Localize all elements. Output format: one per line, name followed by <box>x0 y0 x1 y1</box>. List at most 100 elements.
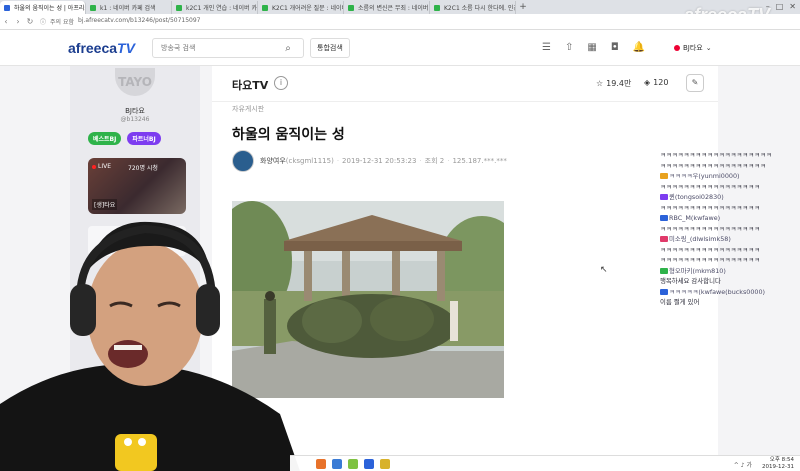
url-field[interactable]: ⓘ 주의 요함 bj.afreecatv.com/b13246/post/507… <box>40 17 201 26</box>
best-bj-badge: 베스트BJ <box>88 132 122 145</box>
author-name[interactable]: 화양여우 <box>260 157 286 165</box>
chevron-down-icon: ⌄ <box>705 44 712 52</box>
mouse-cursor-icon: ↖ <box>600 265 608 275</box>
browser-tab[interactable]: K2C1 소름 다시 한다에. 인간이 <box>430 1 516 14</box>
tab-favicon-icon <box>262 5 268 11</box>
browser-tab[interactable]: 하울의 움직이는 성 | 아프리카티 <box>0 1 86 14</box>
subscriber-count[interactable]: ◈ 120 <box>644 78 668 87</box>
chat-message: ㅋㅋㅋㅋㅋㅋㅋㅋㅋㅋㅋㅋㅋㅋㅋㅋㅋㅋㅋ <box>660 151 772 159</box>
search-input[interactable] <box>153 44 277 52</box>
chat-message: ㅋㅋㅋㅋㅋㅋㅋㅋㅋㅋㅋㅋㅋㅋㅋㅋㅋ <box>660 203 760 212</box>
taskbar-app-icon[interactable] <box>316 458 326 469</box>
chat-message: RBC_M(kwfawe) <box>660 213 800 224</box>
write-post-button[interactable]: ✎ <box>686 74 704 92</box>
tab-label: 하울의 움직이는 성 | 아프리카티 <box>14 5 85 12</box>
chat-message: 미소링_(dlwlsimk58) <box>660 234 800 245</box>
station-nickname: BJ타요 <box>125 107 145 115</box>
browser-tab[interactable]: K2C1 개어려운 질문 : 네이버 카 <box>258 1 344 14</box>
camera-icon[interactable]: ◘ <box>611 42 619 53</box>
address-bar: ‹ › ↻ ⓘ 주의 요함 bj.afreecatv.com/b13246/po… <box>0 14 800 30</box>
taskbar-apps <box>316 458 390 469</box>
tab-label: k2C1 개인 연습 : 네이버 카 <box>186 5 258 12</box>
header-icons: ☰ ⇧ ▦ ◘ 🔔 <box>542 42 645 53</box>
post-category[interactable]: 자유게시판 <box>232 104 264 114</box>
chat-overlay: ㅋㅋㅋㅋㅋㅋㅋㅋㅋㅋㅋㅋㅋㅋㅋㅋㅋㅋㅋ ㅋㅋㅋㅋㅋㅋㅋㅋㅋㅋㅋㅋㅋㅋㅋㅋㅋㅋ ㅋㅋㅋ… <box>660 150 800 308</box>
station-user-id: @b13246 <box>120 116 150 123</box>
taskbar-app-icon[interactable] <box>332 458 342 469</box>
partner-bj-badge: 파트너BJ <box>127 132 161 145</box>
taskbar-app-icon[interactable] <box>348 458 358 469</box>
url-text: bj.afreecatv.com/b13246/post/50715097 <box>78 17 201 24</box>
viewer-count: 720명 시청 <box>128 165 158 172</box>
browser-tab[interactable]: k1 : 네이버 카페 검색 <box>86 1 172 14</box>
chat-message: 행복하세요 감사합니다 <box>660 277 721 285</box>
bj-badges: 베스트BJ 파트너BJ <box>88 132 161 145</box>
maximize-button[interactable]: □ <box>776 2 784 11</box>
system-tray[interactable]: ^ ♪ 가 <box>734 460 752 469</box>
search-icon[interactable]: ⌕ <box>277 43 299 54</box>
chat-badge-icon <box>660 215 668 221</box>
pencil-icon: ✎ <box>691 78 699 87</box>
search-box: ⌕ <box>152 38 304 58</box>
afreecatv-logo[interactable]: afreecaTV <box>68 40 135 56</box>
station-sidebar: TAYO BJ타요 @b13246 베스트BJ 파트너BJ LIVE 720명 … <box>70 66 200 471</box>
ip-address: 125.187.***.*** <box>452 157 507 165</box>
security-label: 주의 요함 <box>50 19 75 26</box>
taskbar-app-icon[interactable] <box>380 458 390 469</box>
post-title: 하울의 움직이는 성 <box>232 127 345 143</box>
chat-message: ㅋㅋㅋㅋㅋㅋㅋㅋㅋㅋㅋㅋㅋㅋㅋㅋㅋ <box>660 224 760 233</box>
chat-message: 퀸(tongsoi02830) <box>660 192 800 203</box>
bell-icon[interactable]: 🔔 <box>633 42 645 53</box>
film-icon[interactable]: ▦ <box>587 42 596 53</box>
taskbar-app-icon[interactable] <box>364 458 374 469</box>
minimize-button[interactable]: – <box>766 2 770 11</box>
star-icon: ☆ <box>596 79 604 88</box>
tab-label: k1 : 네이버 카페 검색 <box>100 5 156 12</box>
new-tab-button[interactable]: + <box>516 1 530 14</box>
live-broadcast-card[interactable]: LIVE 720명 시청 [생]타요 <box>88 158 186 214</box>
user-dot-icon <box>674 45 680 51</box>
post-panel: 타요TV i ☆ 19.4만 ◈ 120 ✎ 자유게시판 하울의 움직이는 성 화양… <box>212 66 718 471</box>
tab-favicon-icon <box>434 5 440 11</box>
chat-badge-icon <box>660 194 668 200</box>
post-meta: 화양여우(cksgml1115) · 2019-12-31 20:53:23 · 조회 … <box>260 157 507 165</box>
user-menu[interactable]: BJ타요 ⌄ <box>674 43 712 53</box>
tab-label: K2C1 소름 다시 한다에. 인간이 <box>444 5 515 12</box>
tab-favicon-icon <box>4 5 10 11</box>
author-avatar[interactable] <box>232 150 254 172</box>
taskbar-clock[interactable]: 오후 8:54 2019-12-31 <box>762 457 794 471</box>
total-search-button[interactable]: 통합검색 <box>310 38 350 58</box>
reload-icon[interactable]: ↻ <box>24 17 36 26</box>
live-title: [생]타요 <box>92 199 118 210</box>
chat-message: 형오마키(mkm810) <box>660 266 800 277</box>
upload-icon[interactable]: ⇧ <box>565 42 573 53</box>
author-id: (cksgml1115) <box>285 157 334 165</box>
chat-badge-icon <box>660 288 668 295</box>
chat-message: ㅋㅋㅋㅋㅋㅋㅋㅋㅋㅋㅋㅋㅋㅋㅋㅋㅋㅋ <box>660 161 766 170</box>
tab-label: K2C1 개어려운 질문 : 네이버 카 <box>272 5 343 12</box>
forward-icon[interactable]: › <box>12 17 24 26</box>
chat-message: 이름 쩔게 있어 <box>660 298 700 306</box>
view-count: 조회 2 <box>424 157 445 165</box>
windows-taskbar: ^ ♪ 가 오후 8:54 2019-12-31 <box>290 455 800 471</box>
warning-icon: ⓘ <box>40 19 47 26</box>
info-icon[interactable]: i <box>274 76 288 90</box>
browser-tab[interactable]: k2C1 개인 연습 : 네이버 카 <box>172 1 258 14</box>
channel-name[interactable]: 타요TV <box>232 77 268 93</box>
chat-badge-icon <box>660 236 668 242</box>
chat-badge-icon <box>660 173 668 179</box>
browser-tab-bar: 하울의 움직이는 성 | 아프리카티 k1 : 네이버 카페 검색 k2C1 개인 … <box>0 0 800 14</box>
back-icon[interactable]: ‹ <box>0 17 12 26</box>
site-header: afreecaTV ⌕ 통합검색 ☰ ⇧ ▦ ◘ 🔔 BJ타요 ⌄ <box>0 30 800 66</box>
list-icon[interactable]: ☰ <box>542 42 551 53</box>
station-avatar[interactable]: TAYO <box>115 68 155 96</box>
chat-message: ㅋㅋㅋㅋㅋㅋㅋㅋㅋㅋㅋㅋㅋㅋㅋㅋㅋ <box>660 245 760 254</box>
tab-favicon-icon <box>90 5 96 11</box>
browser-tab[interactable]: 소름의 변신은 무죄 : 네이버 카 <box>344 1 430 14</box>
tab-favicon-icon <box>348 5 354 11</box>
close-button[interactable]: ✕ <box>789 2 796 11</box>
favorite-count[interactable]: ☆ 19.4만 <box>596 78 631 89</box>
live-dot-icon <box>92 164 96 169</box>
subscribe-icon: ◈ <box>644 78 651 87</box>
tab-favicon-icon <box>176 5 182 11</box>
